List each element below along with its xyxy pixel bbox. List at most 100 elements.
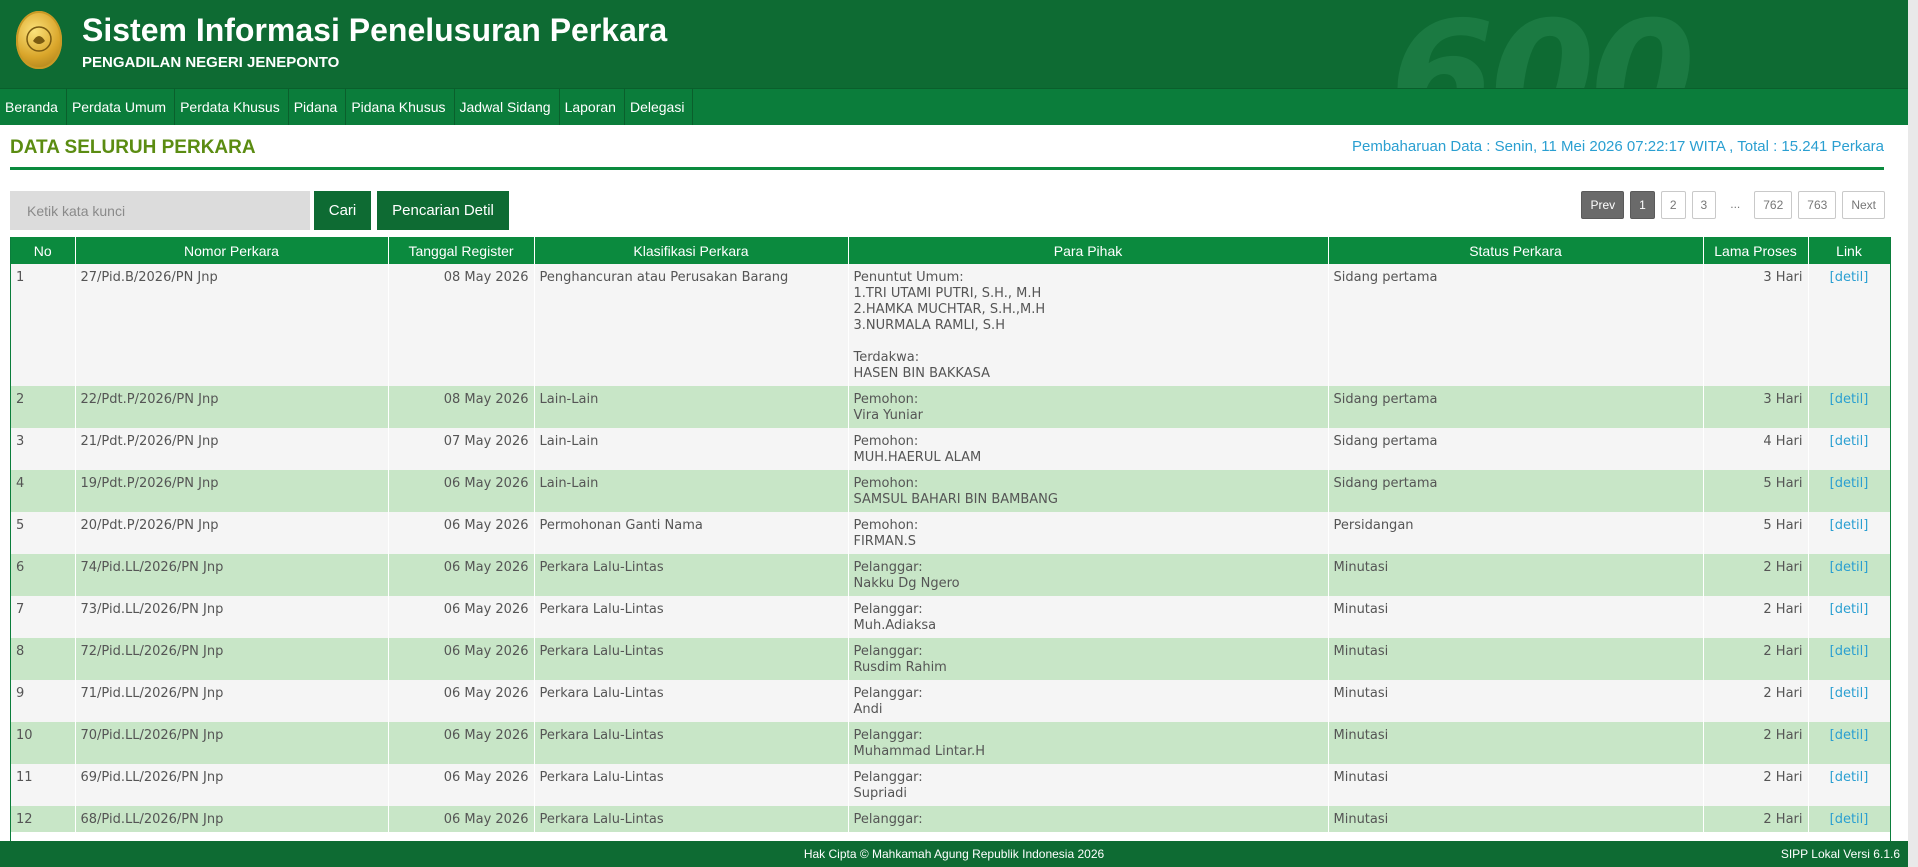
- row-para-pihak: Pelanggar:: [848, 806, 1329, 832]
- col-link: Link: [1808, 237, 1890, 264]
- row-tanggal: 06 May 2026: [388, 722, 535, 764]
- row-para-pihak: Pemohon: Vira Yuniar: [848, 386, 1329, 428]
- row-klasifikasi: Perkara Lalu-Lintas: [534, 554, 849, 596]
- row-no: 3: [11, 428, 76, 470]
- pagination: Prev 1 2 3 ... 762 763 Next: [1581, 191, 1885, 219]
- row-lama-proses: 2 Hari: [1703, 596, 1809, 638]
- header-watermark: 600: [1390, 0, 1695, 88]
- row-klasifikasi: Perkara Lalu-Lintas: [534, 806, 849, 832]
- table-row: 6 74/Pid.LL/2026/PN Jnp 06 May 2026 Perkara…: [11, 554, 1890, 596]
- row-tanggal: 06 May 2026: [388, 764, 535, 806]
- case-table: No Nomor Perkara Tanggal Register Klasif…: [10, 237, 1891, 841]
- heading-divider: [10, 167, 1884, 170]
- page-1-button[interactable]: 1: [1630, 191, 1655, 219]
- row-klasifikasi: Lain-Lain: [534, 470, 849, 512]
- row-status: Minutasi: [1328, 806, 1704, 832]
- detil-link[interactable]: [detil]: [1830, 686, 1869, 701]
- main-nav: Beranda Perdata Umum Perdata Khusus Pida…: [0, 88, 1908, 125]
- row-link: [detil]: [1808, 806, 1890, 832]
- detil-link[interactable]: [detil]: [1830, 476, 1869, 491]
- detil-link[interactable]: [detil]: [1830, 434, 1869, 449]
- col-nomor-perkara: Nomor Perkara: [75, 237, 389, 264]
- col-para-pihak: Para Pihak: [848, 237, 1329, 264]
- page-title: DATA SELURUH PERKARA: [10, 137, 256, 158]
- nav-perdata-khusus[interactable]: Perdata Khusus: [175, 89, 289, 125]
- detil-link[interactable]: [detil]: [1830, 518, 1869, 533]
- nav-jadwal-sidang[interactable]: Jadwal Sidang: [455, 89, 560, 125]
- pagination-ellipsis: ...: [1722, 191, 1749, 217]
- row-lama-proses: 2 Hari: [1703, 638, 1809, 680]
- row-no: 8: [11, 638, 76, 680]
- row-nomor-perkara: 73/Pid.LL/2026/PN Jnp: [75, 596, 389, 638]
- page-762-button[interactable]: 762: [1754, 191, 1793, 219]
- prev-page-button[interactable]: Prev: [1581, 191, 1625, 219]
- nav-pidana[interactable]: Pidana: [289, 89, 347, 125]
- row-link: [detil]: [1808, 512, 1890, 554]
- nav-delegasi[interactable]: Delegasi: [625, 89, 694, 125]
- row-para-pihak: Pelanggar: Supriadi: [848, 764, 1329, 806]
- row-nomor-perkara: 72/Pid.LL/2026/PN Jnp: [75, 638, 389, 680]
- search-input[interactable]: [10, 191, 310, 230]
- detil-link[interactable]: [detil]: [1830, 270, 1869, 285]
- nav-perdata-umum[interactable]: Perdata Umum: [67, 89, 176, 125]
- table-row: 12 68/Pid.LL/2026/PN Jnp 06 May 2026 Perkar…: [11, 806, 1890, 832]
- page-2-button[interactable]: 2: [1660, 191, 1686, 219]
- row-lama-proses: 2 Hari: [1703, 764, 1809, 806]
- nav-laporan[interactable]: Laporan: [560, 89, 625, 125]
- page-scrollbar[interactable]: [1908, 0, 1918, 867]
- row-para-pihak: Pemohon: SAMSUL BAHARI BIN BAMBANG: [848, 470, 1329, 512]
- next-page-button[interactable]: Next: [1842, 191, 1885, 219]
- table-header-row: No Nomor Perkara Tanggal Register Klasif…: [11, 237, 1890, 264]
- detil-link[interactable]: [detil]: [1830, 392, 1869, 407]
- table-row: 2 22/Pdt.P/2026/PN Jnp 08 May 2026 Lain-Lai…: [11, 386, 1890, 428]
- detil-link[interactable]: [detil]: [1830, 644, 1869, 659]
- row-link: [detil]: [1808, 554, 1890, 596]
- detil-link[interactable]: [detil]: [1830, 602, 1869, 617]
- version-text: SIPP Lokal Versi 6.1.6: [1780, 847, 1900, 861]
- table-row: 4 19/Pdt.P/2026/PN Jnp 06 May 2026 Lain-Lai…: [11, 470, 1890, 512]
- row-status: Persidangan: [1328, 512, 1704, 554]
- row-no: 4: [11, 470, 76, 512]
- update-info: Pembaharuan Data : Senin, 11 Mei 2026 07…: [1352, 138, 1884, 155]
- row-nomor-perkara: 69/Pid.LL/2026/PN Jnp: [75, 764, 389, 806]
- row-no: 6: [11, 554, 76, 596]
- row-lama-proses: 2 Hari: [1703, 554, 1809, 596]
- col-status: Status Perkara: [1328, 237, 1704, 264]
- row-lama-proses: 3 Hari: [1703, 264, 1809, 386]
- row-nomor-perkara: 22/Pdt.P/2026/PN Jnp: [75, 386, 389, 428]
- row-tanggal: 06 May 2026: [388, 680, 535, 722]
- row-no: 11: [11, 764, 76, 806]
- table-row: 5 20/Pdt.P/2026/PN Jnp 06 May 2026 Permohon…: [11, 512, 1890, 554]
- page-3-button[interactable]: 3: [1691, 191, 1717, 219]
- court-logo-icon: [16, 11, 62, 69]
- row-lama-proses: 4 Hari: [1703, 428, 1809, 470]
- row-lama-proses: 2 Hari: [1703, 722, 1809, 764]
- row-status: Sidang pertama: [1328, 428, 1704, 470]
- row-para-pihak: Pelanggar: Rusdim Rahim: [848, 638, 1329, 680]
- row-status: Sidang pertama: [1328, 264, 1704, 386]
- nav-pidana-khusus[interactable]: Pidana Khusus: [346, 89, 455, 125]
- table-row: 11 69/Pid.LL/2026/PN Jnp 06 May 2026 Perkar…: [11, 764, 1890, 806]
- site-header: 600 Sistem Informasi Penelusuran Perkara…: [0, 0, 1908, 88]
- row-status: Minutasi: [1328, 680, 1704, 722]
- row-nomor-perkara: 27/Pid.B/2026/PN Jnp: [75, 264, 389, 386]
- row-link: [detil]: [1808, 638, 1890, 680]
- table-row: 1 27/Pid.B/2026/PN Jnp 08 May 2026 Penghanc…: [11, 264, 1890, 386]
- detil-link[interactable]: [detil]: [1830, 560, 1869, 575]
- row-no: 1: [11, 264, 76, 386]
- advanced-search-button[interactable]: Pencarian Detil: [377, 191, 509, 230]
- row-klasifikasi: Perkara Lalu-Lintas: [534, 722, 849, 764]
- row-klasifikasi: Lain-Lain: [534, 386, 849, 428]
- row-klasifikasi: Lain-Lain: [534, 428, 849, 470]
- detil-link[interactable]: [detil]: [1830, 770, 1869, 785]
- detil-link[interactable]: [detil]: [1830, 728, 1869, 743]
- row-klasifikasi: Perkara Lalu-Lintas: [534, 596, 849, 638]
- row-lama-proses: 2 Hari: [1703, 680, 1809, 722]
- detil-link[interactable]: [detil]: [1830, 812, 1869, 827]
- row-link: [detil]: [1808, 428, 1890, 470]
- row-link: [detil]: [1808, 386, 1890, 428]
- search-button[interactable]: Cari: [314, 191, 371, 230]
- nav-beranda[interactable]: Beranda: [0, 89, 67, 125]
- page-763-button[interactable]: 763: [1798, 191, 1837, 219]
- row-tanggal: 06 May 2026: [388, 512, 535, 554]
